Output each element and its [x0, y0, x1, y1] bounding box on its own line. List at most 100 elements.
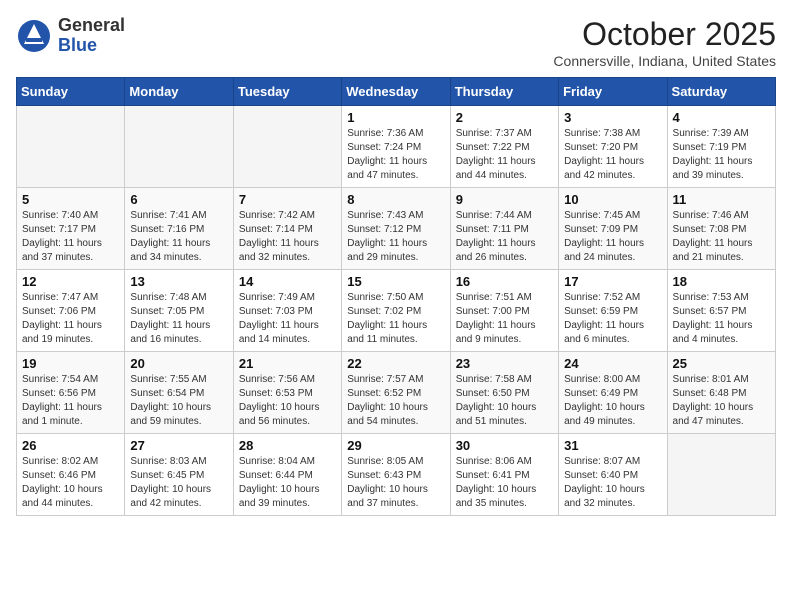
logo-general: General — [58, 16, 125, 36]
table-row — [667, 434, 775, 516]
day-number: 19 — [22, 356, 119, 371]
table-row: 17 Sunrise: 7:52 AMSunset: 6:59 PMDayligh… — [559, 270, 667, 352]
col-monday: Monday — [125, 78, 233, 106]
day-detail: Sunrise: 7:58 AMSunset: 6:50 PMDaylight:… — [456, 373, 553, 429]
table-row: 9 Sunrise: 7:44 AMSunset: 7:11 PMDaylight… — [450, 188, 558, 270]
day-number: 2 — [456, 110, 553, 125]
day-detail: Sunrise: 8:06 AMSunset: 6:41 PMDaylight:… — [456, 455, 553, 511]
calendar-week-4: 19 Sunrise: 7:54 AMSunset: 6:56 PMDayligh… — [17, 352, 776, 434]
day-detail: Sunrise: 7:54 AMSunset: 6:56 PMDaylight:… — [22, 373, 119, 429]
day-detail: Sunrise: 7:39 AMSunset: 7:19 PMDaylight:… — [673, 127, 770, 183]
calendar-header-row: Sunday Monday Tuesday Wednesday Thursday… — [17, 78, 776, 106]
table-row — [17, 106, 125, 188]
table-row: 16 Sunrise: 7:51 AMSunset: 7:00 PMDayligh… — [450, 270, 558, 352]
day-detail: Sunrise: 8:04 AMSunset: 6:44 PMDaylight:… — [239, 455, 336, 511]
day-number: 12 — [22, 274, 119, 289]
day-number: 13 — [130, 274, 227, 289]
table-row: 18 Sunrise: 7:53 AMSunset: 6:57 PMDayligh… — [667, 270, 775, 352]
day-number: 27 — [130, 438, 227, 453]
location: Connersville, Indiana, United States — [553, 53, 776, 69]
day-number: 17 — [564, 274, 661, 289]
day-detail: Sunrise: 7:51 AMSunset: 7:00 PMDaylight:… — [456, 291, 553, 347]
day-number: 1 — [347, 110, 444, 125]
day-number: 21 — [239, 356, 336, 371]
table-row: 1 Sunrise: 7:36 AMSunset: 7:24 PMDaylight… — [342, 106, 450, 188]
day-detail: Sunrise: 8:03 AMSunset: 6:45 PMDaylight:… — [130, 455, 227, 511]
day-number: 24 — [564, 356, 661, 371]
table-row: 19 Sunrise: 7:54 AMSunset: 6:56 PMDayligh… — [17, 352, 125, 434]
day-number: 7 — [239, 192, 336, 207]
table-row: 30 Sunrise: 8:06 AMSunset: 6:41 PMDayligh… — [450, 434, 558, 516]
logo-text: General Blue — [58, 16, 125, 56]
day-detail: Sunrise: 8:05 AMSunset: 6:43 PMDaylight:… — [347, 455, 444, 511]
day-number: 30 — [456, 438, 553, 453]
day-detail: Sunrise: 7:48 AMSunset: 7:05 PMDaylight:… — [130, 291, 227, 347]
table-row: 28Sunrise: 8:04 AMSunset: 6:44 PMDayligh… — [233, 434, 341, 516]
day-detail: Sunrise: 7:57 AMSunset: 6:52 PMDaylight:… — [347, 373, 444, 429]
month-title: October 2025 — [553, 16, 776, 53]
day-detail: Sunrise: 7:47 AMSunset: 7:06 PMDaylight:… — [22, 291, 119, 347]
table-row: 4 Sunrise: 7:39 AMSunset: 7:19 PMDaylight… — [667, 106, 775, 188]
day-number: 29 — [347, 438, 444, 453]
day-number: 6 — [130, 192, 227, 207]
day-detail: Sunrise: 7:42 AMSunset: 7:14 PMDaylight:… — [239, 209, 336, 265]
table-row: 22Sunrise: 7:57 AMSunset: 6:52 PMDayligh… — [342, 352, 450, 434]
day-detail: Sunrise: 7:50 AMSunset: 7:02 PMDaylight:… — [347, 291, 444, 347]
day-number: 14 — [239, 274, 336, 289]
table-row: 11 Sunrise: 7:46 AMSunset: 7:08 PMDayligh… — [667, 188, 775, 270]
day-detail: Sunrise: 7:44 AMSunset: 7:11 PMDaylight:… — [456, 209, 553, 265]
table-row: 5 Sunrise: 7:40 AMSunset: 7:17 PMDaylight… — [17, 188, 125, 270]
day-detail: Sunrise: 8:01 AMSunset: 6:48 PMDaylight:… — [673, 373, 770, 429]
day-number: 18 — [673, 274, 770, 289]
logo-blue: Blue — [58, 36, 125, 56]
table-row: 15 Sunrise: 7:50 AMSunset: 7:02 PMDayligh… — [342, 270, 450, 352]
table-row: 20 Sunrise: 7:55 AMSunset: 6:54 PMDayligh… — [125, 352, 233, 434]
table-row — [233, 106, 341, 188]
table-row: 26 Sunrise: 8:02 AMSunset: 6:46 PMDayligh… — [17, 434, 125, 516]
day-number: 4 — [673, 110, 770, 125]
day-number: 5 — [22, 192, 119, 207]
table-row: 12 Sunrise: 7:47 AMSunset: 7:06 PMDayligh… — [17, 270, 125, 352]
col-tuesday: Tuesday — [233, 78, 341, 106]
day-detail: Sunrise: 7:52 AMSunset: 6:59 PMDaylight:… — [564, 291, 661, 347]
day-number: 15 — [347, 274, 444, 289]
day-detail: Sunrise: 8:02 AMSunset: 6:46 PMDaylight:… — [22, 455, 119, 511]
day-detail: Sunrise: 7:43 AMSunset: 7:12 PMDaylight:… — [347, 209, 444, 265]
day-detail: Sunrise: 7:46 AMSunset: 7:08 PMDaylight:… — [673, 209, 770, 265]
day-detail: Sunrise: 7:40 AMSunset: 7:17 PMDaylight:… — [22, 209, 119, 265]
day-number: 9 — [456, 192, 553, 207]
table-row: 31 Sunrise: 8:07 AMSunset: 6:40 PMDayligh… — [559, 434, 667, 516]
calendar-week-5: 26 Sunrise: 8:02 AMSunset: 6:46 PMDayligh… — [17, 434, 776, 516]
day-detail: Sunrise: 7:41 AMSunset: 7:16 PMDaylight:… — [130, 209, 227, 265]
table-row: 10Sunrise: 7:45 AMSunset: 7:09 PMDayligh… — [559, 188, 667, 270]
day-number: 8 — [347, 192, 444, 207]
day-detail: Sunrise: 7:53 AMSunset: 6:57 PMDaylight:… — [673, 291, 770, 347]
table-row: 29 Sunrise: 8:05 AMSunset: 6:43 PMDayligh… — [342, 434, 450, 516]
day-number: 10 — [564, 192, 661, 207]
day-number: 31 — [564, 438, 661, 453]
col-sunday: Sunday — [17, 78, 125, 106]
day-number: 11 — [673, 192, 770, 207]
day-detail: Sunrise: 7:36 AMSunset: 7:24 PMDaylight:… — [347, 127, 444, 183]
logo: General Blue — [16, 16, 125, 56]
table-row: 8 Sunrise: 7:43 AMSunset: 7:12 PMDaylight… — [342, 188, 450, 270]
title-block: October 2025 Connersville, Indiana, Unit… — [553, 16, 776, 69]
day-number: 16 — [456, 274, 553, 289]
day-detail: Sunrise: 7:55 AMSunset: 6:54 PMDaylight:… — [130, 373, 227, 429]
col-wednesday: Wednesday — [342, 78, 450, 106]
table-row: 27 Sunrise: 8:03 AMSunset: 6:45 PMDayligh… — [125, 434, 233, 516]
day-detail: Sunrise: 8:07 AMSunset: 6:40 PMDaylight:… — [564, 455, 661, 511]
table-row: 21Sunrise: 7:56 AMSunset: 6:53 PMDayligh… — [233, 352, 341, 434]
day-number: 20 — [130, 356, 227, 371]
table-row: 25Sunrise: 8:01 AMSunset: 6:48 PMDayligh… — [667, 352, 775, 434]
col-saturday: Saturday — [667, 78, 775, 106]
calendar-week-2: 5 Sunrise: 7:40 AMSunset: 7:17 PMDaylight… — [17, 188, 776, 270]
day-number: 26 — [22, 438, 119, 453]
day-number: 3 — [564, 110, 661, 125]
day-number: 23 — [456, 356, 553, 371]
table-row: 7 Sunrise: 7:42 AMSunset: 7:14 PMDaylight… — [233, 188, 341, 270]
table-row: 6 Sunrise: 7:41 AMSunset: 7:16 PMDaylight… — [125, 188, 233, 270]
calendar-table: Sunday Monday Tuesday Wednesday Thursday… — [16, 77, 776, 516]
calendar-week-1: 1 Sunrise: 7:36 AMSunset: 7:24 PMDaylight… — [17, 106, 776, 188]
table-row: 23 Sunrise: 7:58 AMSunset: 6:50 PMDayligh… — [450, 352, 558, 434]
